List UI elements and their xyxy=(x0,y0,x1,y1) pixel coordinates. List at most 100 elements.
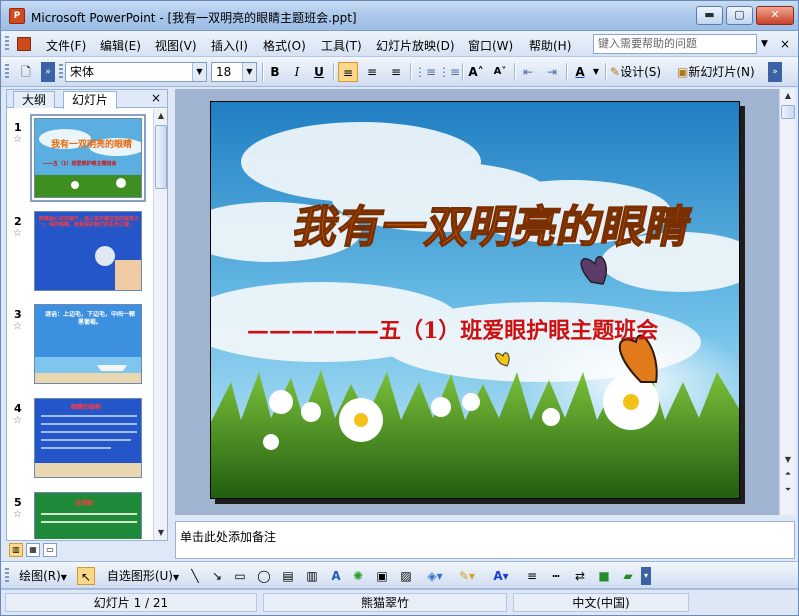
decrease-font-icon[interactable]: A˅ xyxy=(490,62,510,82)
underline-button[interactable]: U xyxy=(310,62,328,82)
textbox-tool-icon[interactable]: ▤ xyxy=(279,567,297,585)
normal-view-icon[interactable]: ▥ xyxy=(9,543,23,557)
line-style-icon[interactable]: ≡ xyxy=(523,567,541,585)
draw-menu-button[interactable]: 绘图(R)▼ xyxy=(13,567,73,585)
menu-slideshow[interactable]: 幻灯片放映(D) xyxy=(376,37,455,54)
slide-thumbnail-3[interactable]: 谜语：上边毛，下边毛，中间一颗黑葡萄。 xyxy=(34,304,142,384)
select-pointer-icon[interactable]: ↖ xyxy=(77,567,95,585)
slide-thumbnail-2[interactable]: 眼睛是心灵的窗户，是人体中最宝贵的器官之一。保护眼睛，就是保护我们的生命之窗。 xyxy=(34,211,142,291)
toolbar-grip-icon[interactable] xyxy=(5,568,9,584)
current-slide[interactable]: 我有一双明亮的眼睛 ——————五（1）班爱眼护眼主题班会 xyxy=(210,101,740,499)
previous-slide-icon[interactable]: ⏶ xyxy=(780,467,796,481)
menubar-grip-icon[interactable] xyxy=(5,36,9,52)
title-bar[interactable]: P Microsoft PowerPoint - [我有一双明亮的眼睛主题班会.… xyxy=(1,1,798,31)
new-slide-button[interactable]: ▣新幻灯片(N) xyxy=(677,62,765,82)
line-tool-icon[interactable]: ╲ xyxy=(187,567,203,585)
shadow-style-icon[interactable]: ■ xyxy=(595,567,613,585)
vertical-textbox-icon[interactable]: ▥ xyxy=(303,567,321,585)
new-document-icon[interactable]: 🗋 xyxy=(15,62,37,82)
scroll-down-icon[interactable]: ▼ xyxy=(154,526,168,540)
chevron-down-icon[interactable]: ▼ xyxy=(242,63,256,81)
next-slide-icon[interactable]: ⏷ xyxy=(780,483,796,497)
diagram-icon[interactable]: ✺ xyxy=(349,567,367,585)
scroll-up-icon[interactable]: ▲ xyxy=(154,109,168,123)
thumb-text: 近视眼 xyxy=(75,499,93,507)
menu-format[interactable]: 格式(O) xyxy=(263,37,306,54)
italic-button[interactable]: I xyxy=(288,62,306,82)
slide-thumbnail-1[interactable]: 我有一双明亮的眼睛 ——五（1）班爱眼护眼主题班会 xyxy=(30,114,146,202)
picture-icon[interactable]: ▨ xyxy=(397,567,415,585)
slide-scrollbar[interactable]: ▲ ▼ ⏶ ⏷ xyxy=(779,89,795,515)
bold-button[interactable]: B xyxy=(266,62,284,82)
toolbar-options-icon[interactable]: » xyxy=(41,62,55,82)
align-center-button[interactable]: ≡ xyxy=(362,62,382,82)
help-dropdown-icon[interactable]: ▼ xyxy=(761,39,768,49)
minimize-button[interactable]: ▬ xyxy=(696,6,723,25)
notes-placeholder[interactable]: 单击此处添加备注 xyxy=(180,528,276,545)
rectangle-tool-icon[interactable]: ▭ xyxy=(231,567,249,585)
help-search-input[interactable]: 键入需要帮助的问题 xyxy=(593,34,757,54)
align-left-button[interactable]: ≡ xyxy=(338,62,358,82)
menu-edit[interactable]: 编辑(E) xyxy=(100,37,141,54)
document-close-button[interactable]: × xyxy=(780,37,790,51)
fill-color-icon[interactable]: ◈▾ xyxy=(423,567,447,585)
toolbar-grip-icon[interactable] xyxy=(5,64,9,80)
scroll-thumb[interactable] xyxy=(781,105,795,119)
3d-style-icon[interactable]: ▰ xyxy=(619,567,637,585)
align-right-button[interactable]: ≡ xyxy=(386,62,406,82)
arrow-style-icon[interactable]: ⇄ xyxy=(571,567,589,585)
notes-pane[interactable]: 单击此处添加备注 xyxy=(175,521,795,559)
pane-scrollbar[interactable]: ▲ ▼ xyxy=(153,109,167,540)
menu-window[interactable]: 窗口(W) xyxy=(468,37,513,54)
toolbar-divider xyxy=(410,63,411,81)
increase-font-icon[interactable]: A˄ xyxy=(466,62,486,82)
slide-sorter-icon[interactable]: ▦ xyxy=(26,543,40,557)
menu-view[interactable]: 视图(V) xyxy=(155,37,197,54)
slideshow-icon[interactable]: ▭ xyxy=(43,543,57,557)
tab-slides[interactable]: 幻灯片 xyxy=(63,91,118,109)
toolbar-divider xyxy=(605,63,606,81)
scroll-thumb[interactable] xyxy=(155,125,167,189)
arrow-tool-icon[interactable]: ↘ xyxy=(209,567,225,585)
menu-insert[interactable]: 插入(I) xyxy=(211,37,248,54)
toolbar-options-icon[interactable]: » xyxy=(768,62,782,82)
tab-outline[interactable]: 大纲 xyxy=(13,91,56,108)
pane-close-button[interactable]: × xyxy=(151,91,161,105)
font-size-select[interactable]: 18 ▼ xyxy=(211,62,257,82)
decrease-indent-icon[interactable]: ⇤ xyxy=(518,62,538,82)
slide-thumbnail-5[interactable]: 近视眼 xyxy=(34,492,142,539)
dash-style-icon[interactable]: ┅ xyxy=(547,567,565,585)
slide-title[interactable]: 我有一双明亮的眼睛 xyxy=(288,202,696,254)
font-name-select[interactable]: 宋体 ▼ xyxy=(65,62,207,82)
toolbar-options-icon[interactable]: ▾ xyxy=(641,567,651,585)
toolbar-grip-icon[interactable] xyxy=(59,64,63,80)
oval-tool-icon[interactable]: ◯ xyxy=(255,567,273,585)
wordart-icon[interactable]: A xyxy=(327,567,345,585)
close-button[interactable]: ✕ xyxy=(756,6,794,25)
line-color-icon[interactable]: ✎▾ xyxy=(455,567,479,585)
powerpoint-icon[interactable]: P xyxy=(9,8,25,24)
increase-indent-icon[interactable]: ⇥ xyxy=(542,62,562,82)
clipart-icon[interactable]: ▣ xyxy=(373,567,391,585)
slide-thumbnail-list: 1 ☆ 我有一双明亮的眼睛 ——五（1）班爱眼护眼主题班会 2 ☆ 眼睛是心灵的… xyxy=(7,109,153,539)
scroll-up-icon[interactable]: ▲ xyxy=(780,89,796,103)
chevron-down-icon[interactable]: ▼ xyxy=(192,63,206,81)
numbered-list-icon[interactable]: ⋮≡ xyxy=(414,62,436,82)
bulleted-list-icon[interactable]: ⋮≡ xyxy=(438,62,460,82)
slide-subtitle[interactable]: ——————五（1）班爱眼护眼主题班会 xyxy=(247,318,658,344)
design-button[interactable]: ✎设计(S) xyxy=(610,62,674,82)
font-color-icon[interactable]: A▾ xyxy=(489,567,513,585)
slide-thumbnail-4[interactable]: 眼睛的结构 xyxy=(34,398,142,478)
chevron-down-icon[interactable]: ▼ xyxy=(591,62,601,82)
powerpoint-window: P Microsoft PowerPoint - [我有一双明亮的眼睛主题班会.… xyxy=(0,0,799,616)
chevron-down-icon: ▼ xyxy=(173,573,180,582)
menu-help[interactable]: 帮助(H) xyxy=(529,37,571,54)
menu-file[interactable]: 文件(F) xyxy=(46,37,86,54)
scroll-down-icon[interactable]: ▼ xyxy=(780,453,796,467)
font-color-button[interactable]: A xyxy=(571,62,589,82)
document-icon[interactable] xyxy=(17,37,31,51)
menu-tools[interactable]: 工具(T) xyxy=(321,37,362,54)
autoshapes-button[interactable]: 自选图形(U)▼ xyxy=(101,567,185,585)
slide-thumbnail-image: 近视眼 xyxy=(35,493,141,539)
maximize-button[interactable]: ▢ xyxy=(726,6,753,25)
